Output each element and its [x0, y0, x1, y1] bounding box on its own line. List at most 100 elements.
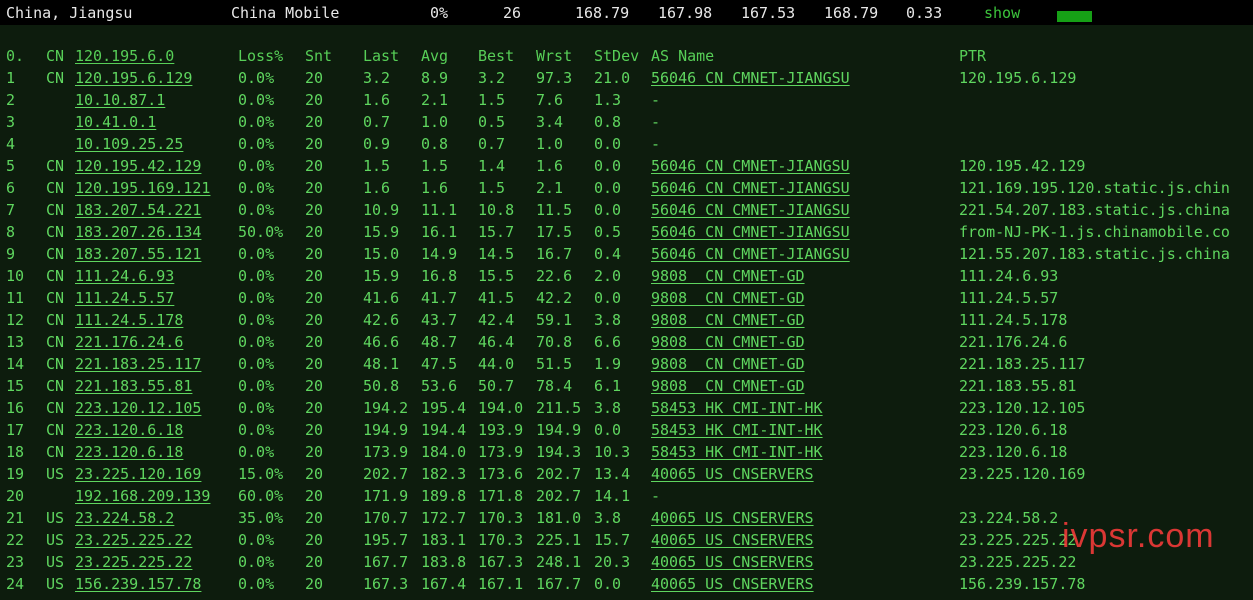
hop-ip[interactable]: 111.24.5.57: [75, 287, 174, 309]
header-ip[interactable]: 120.195.6.0: [75, 45, 174, 67]
hop-as[interactable]: 40065 US CNSERVERS: [651, 529, 814, 551]
hop-ptr: 221.176.24.6: [959, 333, 1068, 351]
hop-as[interactable]: 40065 US CNSERVERS: [651, 573, 814, 595]
hop-ip[interactable]: 111.24.6.93: [75, 265, 174, 287]
hop-ip[interactable]: 23.224.58.2: [75, 507, 174, 529]
hop-ip[interactable]: 10.41.0.1: [75, 111, 156, 133]
hop-ip[interactable]: 192.168.209.139: [75, 485, 210, 507]
hop-ip[interactable]: 120.195.42.129: [75, 155, 201, 177]
hop-as[interactable]: 56046 CN CMNET-JIANGSU: [651, 243, 850, 265]
hop-as[interactable]: 58453 HK CMI-INT-HK: [651, 441, 823, 463]
hop-ptr: 221.183.55.81: [959, 377, 1077, 395]
summary-best: 167.53: [741, 4, 796, 22]
hop-best: 1.5: [478, 179, 506, 197]
hop-ip[interactable]: 221.183.25.117: [75, 353, 201, 375]
hop-num: 15: [6, 377, 25, 395]
hop-as[interactable]: 9808 CN CMNET-GD: [651, 309, 805, 331]
hop-ip[interactable]: 23.225.120.169: [75, 463, 201, 485]
hop-loss: 0.0%: [238, 399, 275, 417]
hop-ptr: 156.239.157.78: [959, 575, 1086, 593]
hop-ip[interactable]: 10.109.25.25: [75, 133, 183, 155]
hop-as: -: [651, 113, 661, 131]
hop-ip[interactable]: 111.24.5.178: [75, 309, 183, 331]
hop-as[interactable]: 40065 US CNSERVERS: [651, 463, 814, 485]
hop-stdev: 0.0: [594, 157, 622, 175]
hop-as[interactable]: 40065 US CNSERVERS: [651, 551, 814, 573]
hop-as[interactable]: 9808 CN CMNET-GD: [651, 265, 805, 287]
hop-ip[interactable]: 23.225.225.22: [75, 529, 192, 551]
hop-ip[interactable]: 223.120.12.105: [75, 397, 201, 419]
hop-wrst: 202.7: [536, 487, 582, 505]
hop-snt: 20: [305, 223, 324, 241]
hop-ip[interactable]: 221.183.55.81: [75, 375, 192, 397]
hop-snt: 20: [305, 509, 324, 527]
hop-loss: 15.0%: [238, 465, 284, 483]
hop-ip[interactable]: 120.195.169.121: [75, 177, 210, 199]
hop-as[interactable]: 9808 CN CMNET-GD: [651, 287, 805, 309]
hop-as[interactable]: 9808 CN CMNET-GD: [651, 331, 805, 353]
hop-wrst: 3.4: [536, 113, 564, 131]
hop-num: 19: [6, 465, 25, 483]
hop-avg: 14.9: [421, 245, 458, 263]
summary-isp: China Mobile: [231, 4, 340, 22]
header-avg: Avg: [421, 47, 449, 65]
hop-wrst: 7.6: [536, 91, 564, 109]
header-last: Last: [363, 47, 400, 65]
summary-sent: 26: [503, 4, 522, 22]
hop-best: 173.9: [478, 443, 524, 461]
hop-best: 170.3: [478, 509, 524, 527]
hop-loss: 0.0%: [238, 91, 275, 109]
hop-snt: 20: [305, 355, 324, 373]
hop-as[interactable]: 56046 CN CMNET-JIANGSU: [651, 67, 850, 89]
table-row: 8 CN 183.207.26.134 50.0% 20 15.9 16.1 15.7 17.5…: [0, 221, 1253, 243]
hop-num: 12: [6, 311, 25, 329]
hop-wrst: 211.5: [536, 399, 582, 417]
hop-avg: 0.8: [421, 135, 449, 153]
hop-stdev: 10.3: [594, 443, 631, 461]
hop-avg: 189.8: [421, 487, 467, 505]
hop-cc: CN: [46, 267, 65, 285]
hop-stdev: 1.9: [594, 355, 622, 373]
hop-ip[interactable]: 221.176.24.6: [75, 331, 183, 353]
hop-ip[interactable]: 10.10.87.1: [75, 89, 165, 111]
hop-best: 1.4: [478, 157, 506, 175]
summary-avg: 167.98: [658, 4, 713, 22]
hop-as[interactable]: 9808 CN CMNET-GD: [651, 353, 805, 375]
hop-as[interactable]: 56046 CN CMNET-JIANGSU: [651, 199, 850, 221]
watermark: ivpsr.com: [1062, 517, 1215, 555]
hop-wrst: 59.1: [536, 311, 573, 329]
hop-last: 15.0: [363, 245, 400, 263]
show-link[interactable]: show: [984, 2, 1020, 24]
hop-cc: CN: [46, 223, 65, 241]
hop-as[interactable]: 58453 HK CMI-INT-HK: [651, 419, 823, 441]
hop-stdev: 6.1: [594, 377, 622, 395]
hop-avg: 41.7: [421, 289, 458, 307]
hop-ip[interactable]: 183.207.26.134: [75, 221, 201, 243]
hop-ptr: 223.120.6.18: [959, 421, 1068, 439]
table-row: 17 CN 223.120.6.18 0.0% 20 194.9 194.4 193.9 194…: [0, 419, 1253, 441]
hop-ptr: 120.195.6.129: [959, 69, 1077, 87]
hop-num: 18: [6, 443, 25, 461]
hop-ip[interactable]: 223.120.6.18: [75, 441, 183, 463]
hop-as[interactable]: 40065 US CNSERVERS: [651, 507, 814, 529]
summary-last: 168.79: [575, 4, 630, 22]
hop-ip[interactable]: 183.207.54.221: [75, 199, 201, 221]
hop-as[interactable]: 58453 HK CMI-INT-HK: [651, 397, 823, 419]
hop-ip[interactable]: 183.207.55.121: [75, 243, 201, 265]
hop-avg: 167.4: [421, 575, 467, 593]
hop-as[interactable]: 9808 CN CMNET-GD: [651, 375, 805, 397]
hop-avg: 183.8: [421, 553, 467, 571]
hop-as[interactable]: 56046 CN CMNET-JIANGSU: [651, 177, 850, 199]
hop-as[interactable]: 56046 CN CMNET-JIANGSU: [651, 221, 850, 243]
hop-loss: 0.0%: [238, 69, 275, 87]
hop-stdev: 0.0: [594, 289, 622, 307]
hop-wrst: 202.7: [536, 465, 582, 483]
table-row: 18 CN 223.120.6.18 0.0% 20 173.9 184.0 173.9 194…: [0, 441, 1253, 463]
hop-cc: US: [46, 531, 65, 549]
hop-as[interactable]: 56046 CN CMNET-JIANGSU: [651, 155, 850, 177]
hop-ip[interactable]: 120.195.6.129: [75, 67, 192, 89]
hop-num: 2: [6, 91, 16, 109]
hop-ip[interactable]: 156.239.157.78: [75, 573, 201, 595]
hop-ip[interactable]: 223.120.6.18: [75, 419, 183, 441]
hop-ip[interactable]: 23.225.225.22: [75, 551, 192, 573]
